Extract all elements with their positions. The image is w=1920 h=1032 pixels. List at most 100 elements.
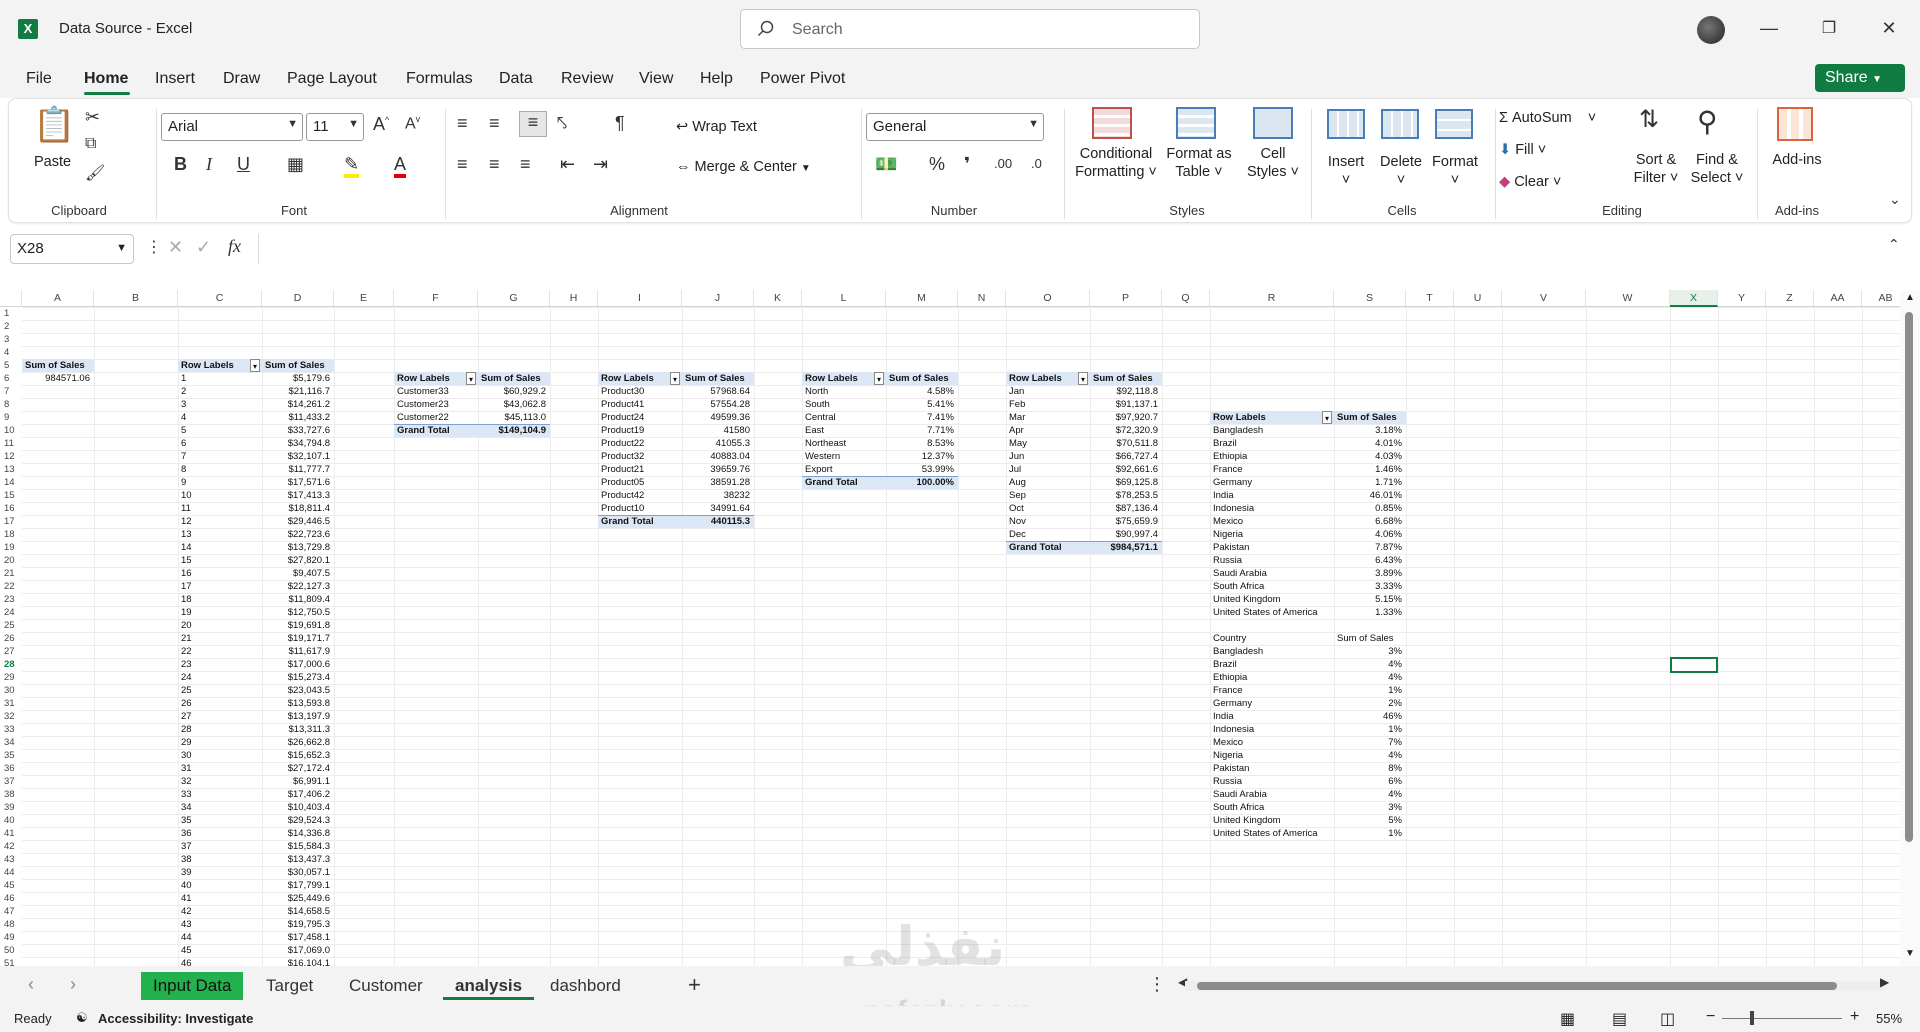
align-top-icon[interactable]: ≡	[457, 113, 468, 134]
font-size-select[interactable]: 11 ▼	[306, 113, 364, 141]
pivot-row-label[interactable]: Bangladesh	[1213, 424, 1263, 437]
pivot-row-value[interactable]: $17,458.1	[262, 931, 330, 944]
pivot-row-value[interactable]: 53.99%	[886, 463, 954, 476]
column-header-g[interactable]: G	[478, 290, 550, 307]
pivot-row-value[interactable]: 57554.28	[682, 398, 750, 411]
normal-view-icon[interactable]: ▦	[1560, 1009, 1575, 1029]
pivot-row-label[interactable]: Product05	[601, 476, 644, 489]
pivot-row-label[interactable]: 39	[181, 866, 192, 879]
fill-color-icon[interactable]: ✎	[344, 154, 360, 178]
pivot-header-value[interactable]: Sum of Sales	[685, 372, 745, 385]
conditional-formatting-button[interactable]: Conditional Formatting ˅	[1071, 145, 1161, 181]
pivot-row-label[interactable]: Apr	[1009, 424, 1024, 437]
zoom-slider-thumb[interactable]	[1750, 1011, 1754, 1025]
pivot-row-value[interactable]: $5,179.6	[262, 372, 330, 385]
table-row-country[interactable]: South Africa	[1213, 801, 1264, 814]
table-row-percent[interactable]: 4%	[1334, 788, 1402, 801]
pivot-row-value[interactable]: 38232	[682, 489, 750, 502]
column-header-f[interactable]: F	[394, 290, 478, 307]
add-ins-icon[interactable]	[1777, 107, 1813, 141]
pivot-row-label[interactable]: 10	[181, 489, 192, 502]
scissors-icon[interactable]: ✂	[85, 107, 100, 128]
pivot-row-label[interactable]: 4	[181, 411, 186, 424]
pivot-row-value[interactable]: $27,820.1	[262, 554, 330, 567]
pivot-row-value[interactable]: $43,062.8	[478, 398, 546, 411]
row-header-49[interactable]: 49	[0, 931, 22, 944]
pivot-row-value[interactable]: 0.85%	[1334, 502, 1402, 515]
format-as-table-button[interactable]: Format as Table ˅	[1164, 145, 1234, 181]
formula-input[interactable]	[258, 234, 1908, 264]
column-header-d[interactable]: D	[262, 290, 334, 307]
sort-filter-icon[interactable]: ⇅	[1639, 105, 1659, 134]
clipboard-icon[interactable]: 📋	[33, 105, 75, 145]
horizontal-scrollbar[interactable]	[1185, 981, 1885, 991]
pivot-row-label[interactable]: 26	[181, 697, 192, 710]
row-header-13[interactable]: 13	[0, 463, 22, 476]
pivot-row-label[interactable]: United States of America	[1213, 606, 1318, 619]
table-row-percent[interactable]: 1%	[1334, 827, 1402, 840]
column-header-j[interactable]: J	[682, 290, 754, 307]
pivot-row-value[interactable]: $66,727.4	[1090, 450, 1158, 463]
pivot-row-label[interactable]: Product32	[601, 450, 644, 463]
increase-indent-icon[interactable]: ⇥	[593, 154, 608, 175]
delete-cells-button[interactable]: Delete ˅	[1375, 153, 1427, 189]
font-color-icon[interactable]: A	[394, 154, 407, 178]
pivot-row-label[interactable]: 9	[181, 476, 186, 489]
pivot-row-value[interactable]: $60,929.2	[478, 385, 546, 398]
pivot-row-value[interactable]: 57968.64	[682, 385, 750, 398]
pivot-header-label[interactable]: Row Labels	[601, 372, 654, 385]
zoom-slider[interactable]	[1722, 1018, 1842, 1019]
pivot-row-label[interactable]: 32	[181, 775, 192, 788]
table-row-percent[interactable]: 3%	[1334, 801, 1402, 814]
pivot-row-value[interactable]: $23,043.5	[262, 684, 330, 697]
align-right-icon[interactable]: ≡	[520, 154, 531, 175]
pivot-row-label[interactable]: 5	[181, 424, 186, 437]
pivot-grand-total-value[interactable]: 100.00%	[886, 476, 954, 489]
pivot-row-label[interactable]: Customer23	[397, 398, 449, 411]
pivot-row-value[interactable]: $13,593.8	[262, 697, 330, 710]
pivot-row-value[interactable]: $97,920.7	[1090, 411, 1158, 424]
increase-font-icon[interactable]: A^	[373, 114, 389, 135]
pivot-row-label[interactable]: 6	[181, 437, 186, 450]
italic-icon[interactable]: I	[206, 154, 212, 175]
pivot-header-value[interactable]: Sum of Sales	[1337, 411, 1397, 424]
selected-cell[interactable]	[1670, 657, 1718, 673]
pivot-row-value[interactable]: $22,127.3	[262, 580, 330, 593]
column-header-z[interactable]: Z	[1766, 290, 1814, 307]
row-header-20[interactable]: 20	[0, 554, 22, 567]
table-row-percent[interactable]: 3%	[1334, 645, 1402, 658]
sort-filter-button[interactable]: Sort & Filter ˅	[1629, 151, 1683, 187]
pivot-row-value[interactable]: $32,107.1	[262, 450, 330, 463]
pivot-row-value[interactable]: $87,136.4	[1090, 502, 1158, 515]
cell-styles-button[interactable]: Cell Styles ˅	[1242, 145, 1304, 181]
scroll-up-icon[interactable]: ▲	[1905, 292, 1915, 303]
pivot-header-value[interactable]: Sum of Sales	[481, 372, 541, 385]
pivot-row-label[interactable]: United Kingdom	[1213, 593, 1281, 606]
pivot-row-label[interactable]: Russia	[1213, 554, 1242, 567]
table-row-country[interactable]: Germany	[1213, 697, 1252, 710]
row-header-1[interactable]: 1	[0, 307, 22, 320]
pivot-row-label[interactable]: Aug	[1009, 476, 1026, 489]
tab-power-pivot[interactable]: Power Pivot	[760, 70, 845, 88]
table-row-percent[interactable]: 4%	[1334, 749, 1402, 762]
pivot-row-label[interactable]: Indonesia	[1213, 502, 1254, 515]
row-header-17[interactable]: 17	[0, 515, 22, 528]
cancel-icon[interactable]: ✕	[168, 237, 183, 258]
pivot-header-label[interactable]: Row Labels	[181, 359, 234, 372]
find-icon[interactable]: ⚲	[1697, 105, 1718, 138]
pivot-row-label[interactable]: May	[1009, 437, 1027, 450]
pivot-row-value[interactable]: $21,116.7	[262, 385, 330, 398]
pivot-row-value[interactable]: $75,659.9	[1090, 515, 1158, 528]
pivot-row-label[interactable]: Product41	[601, 398, 644, 411]
row-header-34[interactable]: 34	[0, 736, 22, 749]
pivot-row-label[interactable]: Product19	[601, 424, 644, 437]
table-row-country[interactable]: Bangladesh	[1213, 645, 1263, 658]
row-header-6[interactable]: 6	[0, 372, 22, 385]
pivot-row-value[interactable]: 4.01%	[1334, 437, 1402, 450]
pivot-row-value[interactable]: $72,320.9	[1090, 424, 1158, 437]
pivot-row-value[interactable]: $12,750.5	[262, 606, 330, 619]
table-row-country[interactable]: Mexico	[1213, 736, 1243, 749]
row-header-50[interactable]: 50	[0, 944, 22, 957]
column-header-k[interactable]: K	[754, 290, 802, 307]
pivot-row-value[interactable]: 1.33%	[1334, 606, 1402, 619]
